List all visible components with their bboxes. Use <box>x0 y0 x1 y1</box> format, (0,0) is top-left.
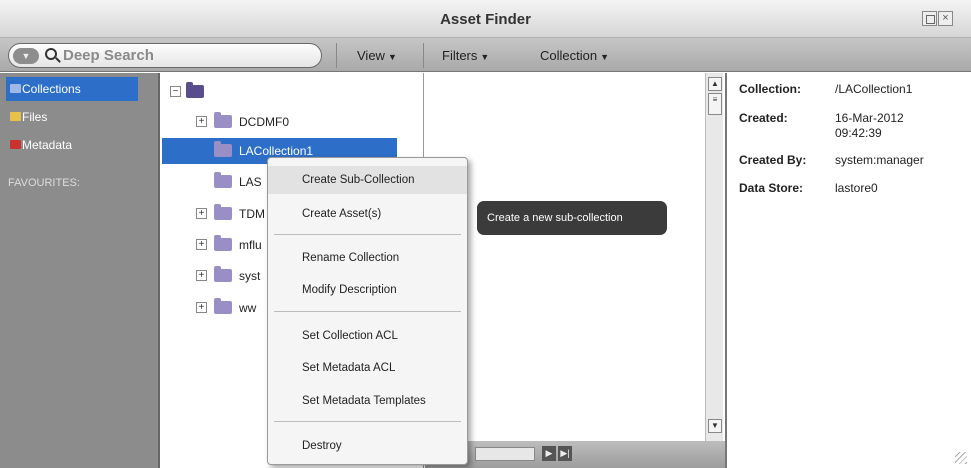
folder-icon <box>10 84 21 93</box>
folder-icon <box>10 112 21 121</box>
sidebar-item-files[interactable]: Files <box>6 105 138 129</box>
view-menu-button[interactable]: View ▼ <box>357 48 397 63</box>
menu-item-set-collection-acl[interactable]: Set Collection ACL <box>268 322 467 350</box>
created-label: Created: <box>739 111 788 125</box>
created-date: 16-Mar-2012 <box>835 111 904 125</box>
tree-node-label: LACollection1 <box>239 144 314 158</box>
expand-icon[interactable]: + <box>196 208 207 219</box>
folder-icon <box>214 172 232 188</box>
search-icon <box>45 48 57 60</box>
toolbar-divider <box>423 43 424 68</box>
menu-item-create-sub-collection[interactable]: Create Sub-Collection <box>268 166 467 194</box>
asset-list-pane <box>425 73 725 468</box>
folder-icon <box>214 204 232 220</box>
root-folder-icon <box>186 82 204 98</box>
deep-search-input[interactable] <box>63 46 313 65</box>
search-dropdown-icon[interactable]: ▼ <box>13 48 39 64</box>
title-bar: Asset Finder × <box>0 0 971 38</box>
details-pane: Collection: /LACollection1 Created: 16-M… <box>725 73 971 468</box>
sidebar-item-metadata[interactable]: Metadata <box>6 133 138 157</box>
collection-label: Collection: <box>739 82 801 96</box>
close-icon[interactable]: × <box>938 11 953 26</box>
filters-menu-button[interactable]: Filters ▼ <box>442 48 489 63</box>
created-by-value: system:manager <box>835 153 924 167</box>
tree-node-www[interactable]: ww <box>239 301 256 315</box>
menu-item-set-metadata-templates[interactable]: Set Metadata Templates <box>268 387 467 415</box>
folder-icon <box>214 298 232 314</box>
chevron-down-icon: ▼ <box>480 52 490 62</box>
created-time: 09:42:39 <box>835 126 882 140</box>
menu-divider <box>274 421 461 422</box>
menu-divider <box>274 311 461 312</box>
scroll-thumb[interactable]: ≡ <box>708 93 722 115</box>
menu-divider <box>274 234 461 235</box>
last-page-icon[interactable]: ▶| <box>558 446 572 461</box>
resize-grip-icon[interactable] <box>955 452 967 464</box>
menu-item-destroy[interactable]: Destroy <box>268 432 467 460</box>
scroll-up-icon[interactable]: ▲ <box>708 77 722 91</box>
data-store-label: Data Store: <box>739 181 804 195</box>
data-store-value: lastore0 <box>835 181 878 195</box>
expand-icon[interactable]: + <box>196 239 207 250</box>
folder-icon <box>214 141 232 157</box>
expand-icon[interactable]: + <box>196 270 207 281</box>
collapse-icon[interactable]: − <box>170 86 181 97</box>
deep-search-box: ▼ <box>8 43 322 68</box>
menu-item-rename-collection[interactable]: Rename Collection <box>268 244 467 272</box>
tree-node-syst[interactable]: syst <box>239 269 260 283</box>
restore-icon[interactable] <box>922 11 937 26</box>
folder-icon <box>214 235 232 251</box>
scrollbar[interactable]: ▲ ≡ ▼ <box>705 73 723 441</box>
created-by-label: Created By: <box>739 153 807 167</box>
collection-value: /LACollection1 <box>835 82 913 96</box>
next-page-icon[interactable]: ▶ <box>542 446 556 461</box>
chevron-down-icon: ▼ <box>600 52 610 62</box>
metadata-icon <box>10 140 21 149</box>
menu-item-set-metadata-acl[interactable]: Set Metadata ACL <box>268 354 467 382</box>
menu-item-create-assets[interactable]: Create Asset(s) <box>268 200 467 228</box>
menu-item-modify-description[interactable]: Modify Description <box>268 276 467 304</box>
tree-node-mflu[interactable]: mflu <box>239 238 262 252</box>
page-field[interactable] <box>475 447 535 461</box>
context-menu: Create Sub-Collection Create Asset(s) Re… <box>267 157 468 465</box>
sidebar: Collections Files Metadata FAVOURITES: <box>0 73 160 468</box>
pager-bar: ▶ ▶| <box>425 441 725 468</box>
favourites-label: FAVOURITES: <box>8 177 80 189</box>
expand-icon[interactable]: + <box>196 302 207 313</box>
chevron-down-icon: ▼ <box>387 52 397 62</box>
tooltip: Create a new sub-collection <box>477 201 667 235</box>
tree-node-tdm[interactable]: TDM <box>239 207 265 221</box>
folder-icon <box>214 112 232 128</box>
scroll-down-icon[interactable]: ▼ <box>708 419 722 433</box>
tree-node-dcdmf0[interactable]: DCDMF0 <box>239 115 289 129</box>
window-title: Asset Finder <box>440 11 531 28</box>
expand-icon[interactable]: + <box>196 116 207 127</box>
collection-menu-button[interactable]: Collection ▼ <box>540 48 609 63</box>
tree-node-las[interactable]: LAS <box>239 175 262 189</box>
sidebar-item-collections[interactable]: Collections <box>6 77 138 101</box>
toolbar: ▼ View▼ Filters▼ Collection▼ <box>0 38 971 72</box>
folder-icon <box>214 266 232 282</box>
toolbar-divider <box>336 43 337 68</box>
